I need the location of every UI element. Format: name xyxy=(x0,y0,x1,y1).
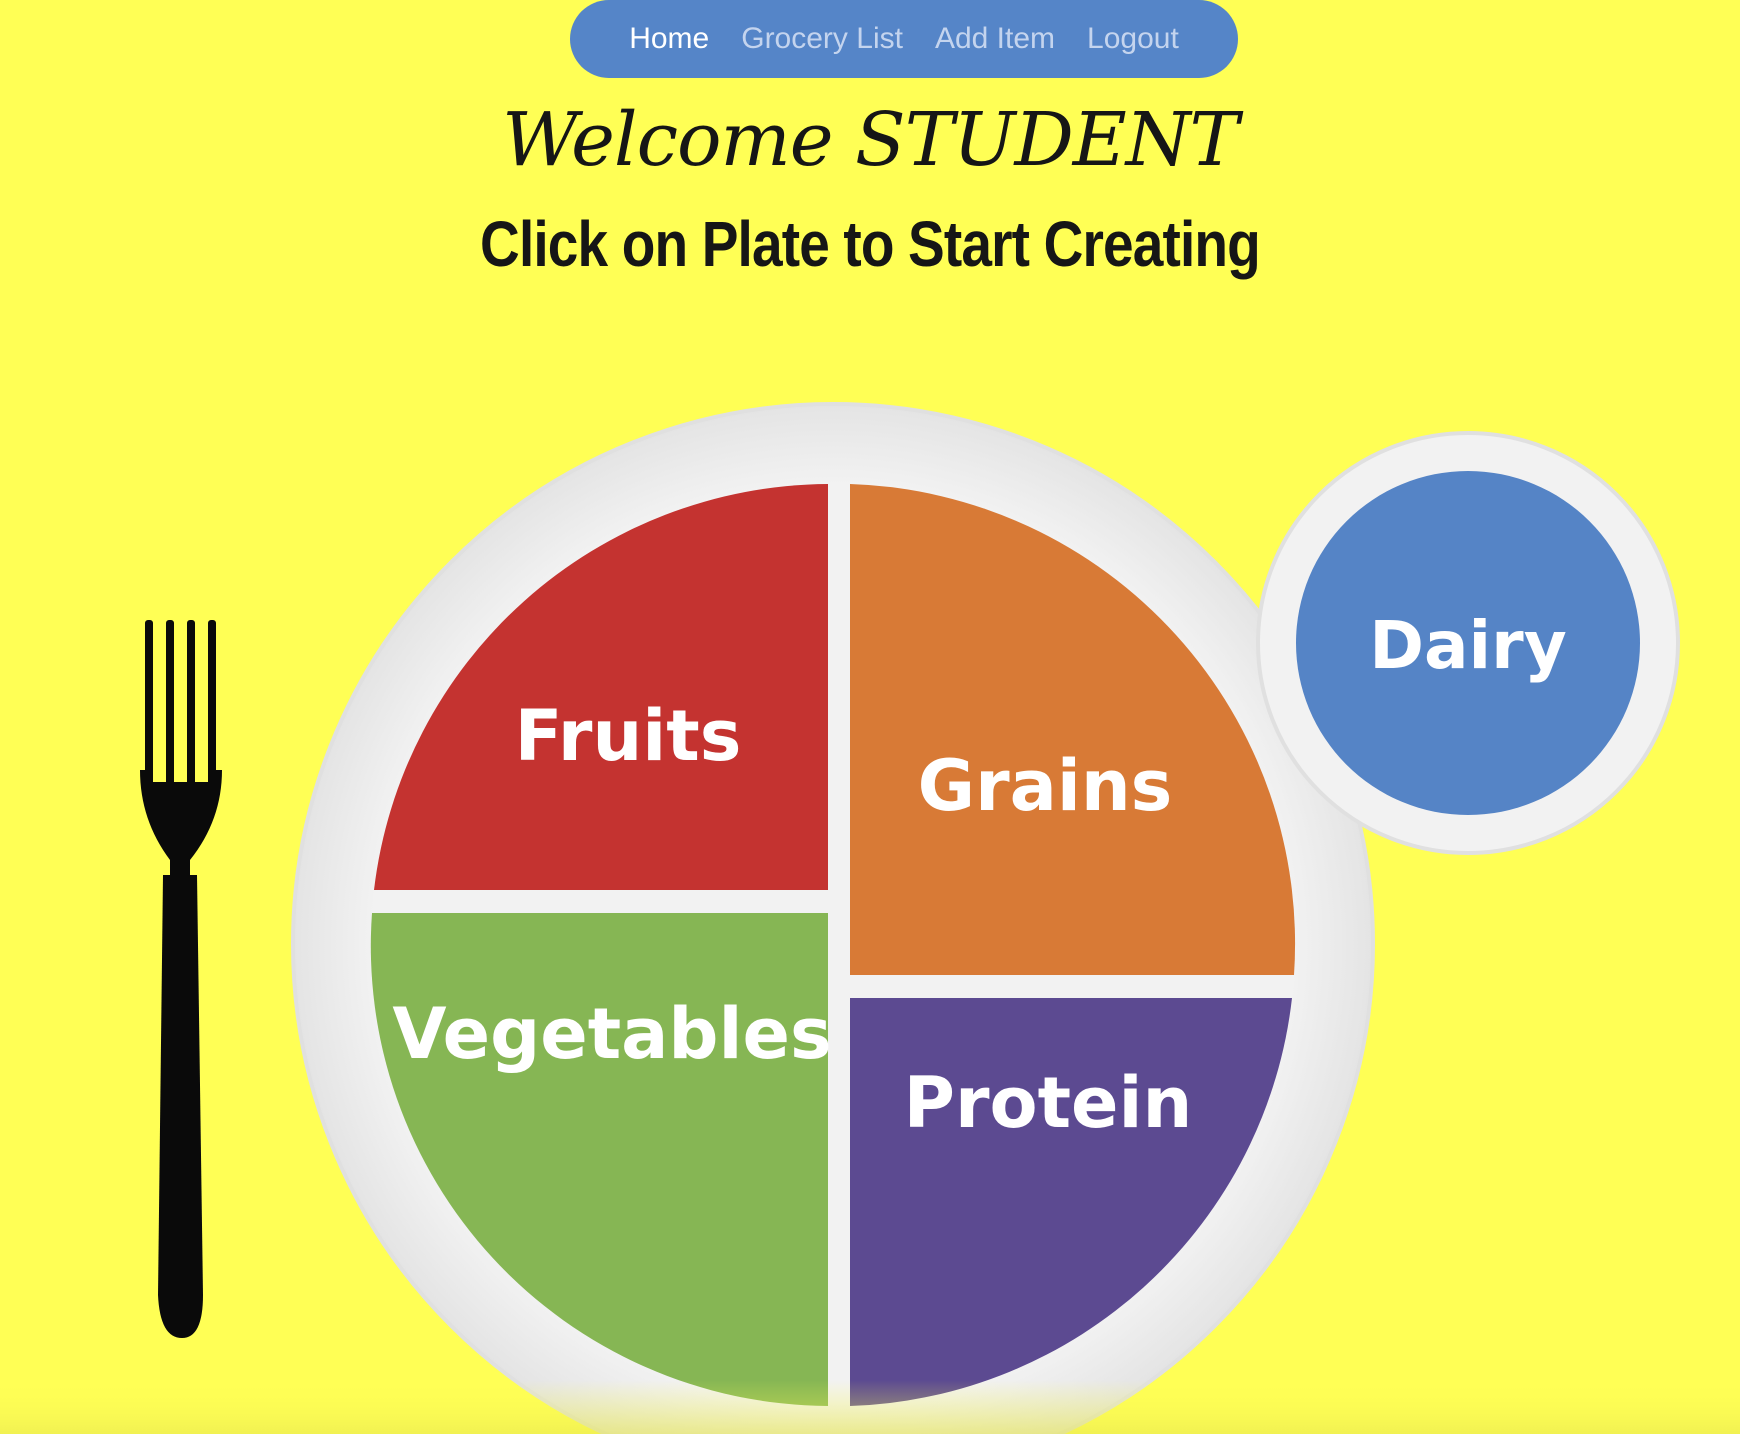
nav-home-link[interactable]: Home xyxy=(629,22,709,56)
grains-section[interactable]: Grains xyxy=(850,484,1296,975)
dairy-cup[interactable]: Dairy xyxy=(1256,431,1680,855)
nav-logout-link[interactable]: Logout xyxy=(1087,22,1179,56)
protein-label: Protein xyxy=(904,1062,1193,1144)
navbar: Home Grocery List Add Item Logout xyxy=(570,0,1238,78)
fruits-label: Fruits xyxy=(515,695,742,777)
nav-add-item-link[interactable]: Add Item xyxy=(935,22,1055,56)
dairy-label: Dairy xyxy=(1369,607,1567,684)
nav-grocery-list-link[interactable]: Grocery List xyxy=(741,22,903,56)
instruction-heading: Click on Plate to Start Creating xyxy=(480,208,1261,280)
fork-icon xyxy=(140,620,222,1338)
welcome-heading: Welcome STUDENT xyxy=(502,97,1239,183)
myplate-image[interactable]: Dairy Fruits Grains Vegetables Protein xyxy=(0,370,1740,1434)
grains-label: Grains xyxy=(918,745,1173,827)
vegetables-label: Vegetables xyxy=(392,993,831,1075)
vegetables-section[interactable]: Vegetables xyxy=(370,913,832,1406)
